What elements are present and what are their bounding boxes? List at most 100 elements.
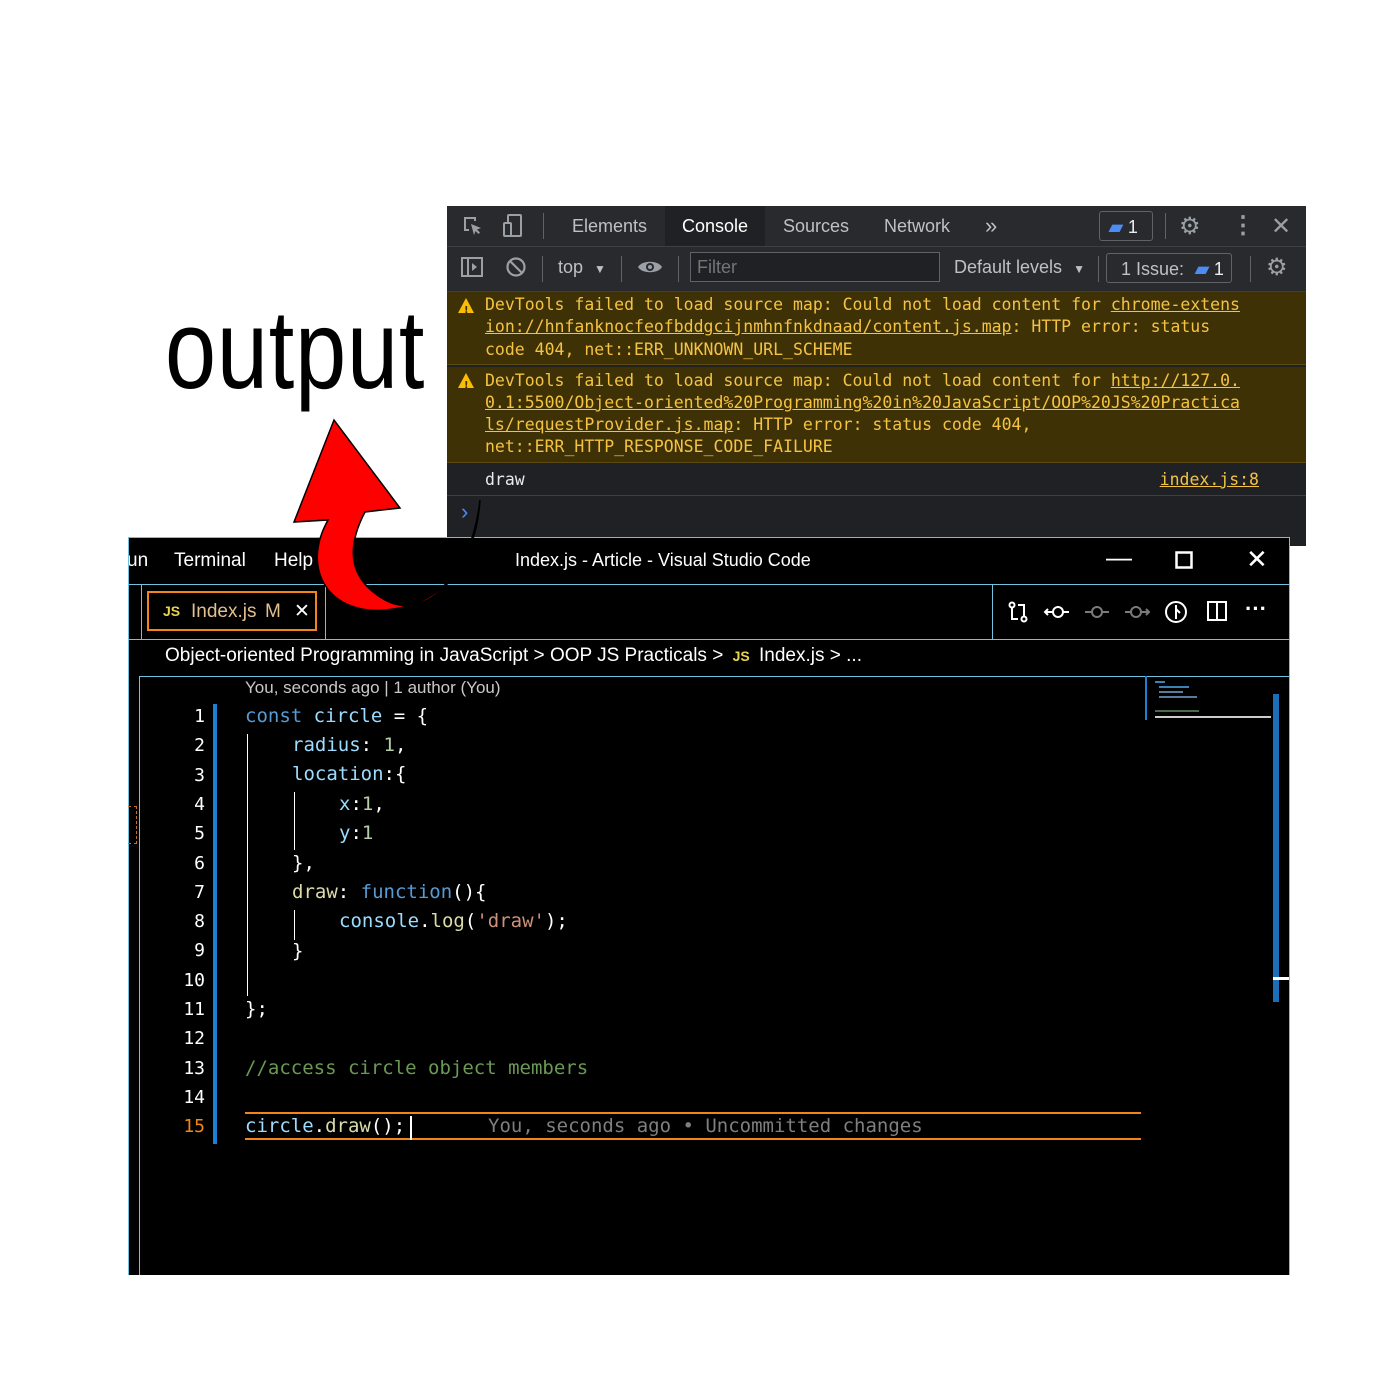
console-warning-message: DevTools failed to load source map: Coul… bbox=[447, 367, 1306, 463]
device-toolbar-icon[interactable] bbox=[501, 213, 525, 245]
code-line-15[interactable]: circle.draw(); bbox=[245, 1115, 405, 1137]
breadcrumb: Object-oriented Programming in JavaScrip… bbox=[165, 645, 862, 667]
more-actions-icon[interactable]: ··· bbox=[1245, 596, 1267, 622]
editor-tab-index-js[interactable]: JS Index.js M ✕ bbox=[147, 591, 317, 631]
show-sidebar-icon[interactable] bbox=[460, 256, 484, 284]
log-levels-select[interactable]: Default levels ▼ bbox=[954, 257, 1085, 278]
previous-revision-icon[interactable] bbox=[1043, 600, 1071, 630]
inspect-element-icon[interactable] bbox=[461, 214, 485, 244]
line-number: 2 bbox=[194, 735, 205, 757]
code-line-7[interactable]: draw: function(){ bbox=[292, 881, 487, 903]
source-map-link[interactable]: http://127.0. bbox=[1111, 371, 1240, 390]
menu-run[interactable]: un bbox=[129, 550, 148, 572]
code-line-6[interactable]: }, bbox=[292, 852, 315, 874]
breadcrumb-folder[interactable]: Object-oriented Programming in JavaScrip… bbox=[165, 645, 528, 666]
maximize-icon[interactable] bbox=[1175, 543, 1193, 576]
code-line-1[interactable]: const circle = { bbox=[245, 705, 428, 727]
line-number: 10 bbox=[183, 969, 205, 991]
breadcrumb-subfolder[interactable]: OOP JS Practicals bbox=[550, 645, 707, 666]
revision-icon[interactable] bbox=[1083, 600, 1111, 630]
line-number: 3 bbox=[194, 764, 205, 786]
devtools-panel: Elements Console Sources Network » ▰ 1 ⚙… bbox=[447, 206, 1306, 546]
title-bar: un Terminal Help Index.js - Article - Vi… bbox=[129, 538, 1289, 585]
git-lens-icon[interactable] bbox=[1164, 600, 1188, 630]
chevron-right-icon: > bbox=[533, 645, 545, 666]
line-number: 6 bbox=[194, 852, 205, 874]
scrollbar-position-marker bbox=[1273, 977, 1289, 980]
menu-help[interactable]: Help bbox=[274, 550, 313, 572]
git-change-indicator bbox=[213, 704, 217, 1144]
line-number: 15 bbox=[183, 1116, 205, 1138]
tab-console[interactable]: Console bbox=[665, 206, 766, 246]
console-prompt-icon[interactable]: › bbox=[461, 499, 468, 525]
line-number: 4 bbox=[194, 793, 205, 815]
code-line-5[interactable]: y:1 bbox=[339, 822, 373, 844]
editor-tab-bar: JS Index.js M ✕ ··· bbox=[129, 585, 1289, 640]
minimize-icon[interactable]: — bbox=[1106, 542, 1132, 573]
javascript-file-icon: JS bbox=[732, 648, 750, 664]
split-editor-icon[interactable] bbox=[1206, 600, 1228, 628]
line-number: 13 bbox=[183, 1057, 205, 1079]
menu-terminal[interactable]: Terminal bbox=[174, 550, 246, 572]
console-log-message: draw index.js:8 bbox=[447, 468, 1306, 496]
source-map-link[interactable]: ls/requestProvider.js.map bbox=[485, 415, 733, 434]
settings-gear-icon[interactable]: ⚙ bbox=[1179, 212, 1201, 241]
context-select[interactable]: top ▼ bbox=[558, 257, 606, 278]
breadcrumb-symbol[interactable]: ... bbox=[846, 645, 862, 666]
javascript-file-icon: JS bbox=[163, 603, 181, 619]
code-line-3[interactable]: location:{ bbox=[292, 763, 406, 785]
code-line-4[interactable]: x:1, bbox=[339, 793, 385, 815]
window-title: Index.js - Article - Visual Studio Code bbox=[515, 550, 811, 570]
tab-network[interactable]: Network bbox=[884, 206, 950, 246]
issues-badge[interactable]: ▰ 1 bbox=[1099, 211, 1153, 241]
log-source-link[interactable]: index.js:8 bbox=[1160, 469, 1259, 491]
line-number: 12 bbox=[183, 1028, 205, 1050]
vertical-scrollbar[interactable] bbox=[1273, 694, 1279, 1002]
close-tab-icon[interactable]: ✕ bbox=[294, 600, 310, 623]
log-text: draw bbox=[485, 470, 525, 489]
line-number: 7 bbox=[194, 881, 205, 903]
line-number: 5 bbox=[194, 823, 205, 845]
console-warning-message: DevTools failed to load source map: Coul… bbox=[447, 292, 1306, 365]
live-expression-eye-icon[interactable] bbox=[636, 255, 664, 285]
console-settings-gear-icon[interactable]: ⚙ bbox=[1266, 253, 1288, 282]
chevron-right-icon: > bbox=[712, 645, 724, 666]
codelens-blame[interactable]: You, seconds ago | 1 author (You) bbox=[245, 678, 501, 698]
tab-elements[interactable]: Elements bbox=[572, 206, 647, 246]
clear-console-icon[interactable] bbox=[505, 256, 527, 284]
code-line-9[interactable]: } bbox=[292, 940, 303, 962]
line-number: 11 bbox=[183, 999, 205, 1020]
tab-sources[interactable]: Sources bbox=[783, 206, 849, 246]
line-number: 1 bbox=[194, 706, 205, 727]
message-icon: ▰ bbox=[1109, 217, 1123, 237]
issues-counter-button[interactable]: 1 Issue: ▰ 1 bbox=[1106, 253, 1232, 283]
modified-indicator: M bbox=[265, 601, 281, 622]
devtools-tab-bar: Elements Console Sources Network » ▰ 1 ⚙… bbox=[447, 206, 1306, 247]
output-annotation-label: output bbox=[165, 287, 426, 412]
line-number: 8 bbox=[194, 911, 205, 933]
vscode-window: un Terminal Help Index.js - Article - Vi… bbox=[128, 537, 1290, 1275]
breadcrumb-file[interactable]: Index.js bbox=[759, 645, 824, 666]
code-line-2[interactable]: radius: 1, bbox=[292, 734, 406, 756]
message-icon: ▰ bbox=[1195, 259, 1209, 279]
code-line-8[interactable]: console.log('draw'); bbox=[339, 910, 568, 932]
code-line-11[interactable]: }; bbox=[245, 998, 268, 1020]
console-toolbar: top ▼ Default levels ▼ 1 Issue: ▰ 1 ⚙ bbox=[447, 247, 1306, 292]
warning-icon bbox=[458, 298, 474, 322]
close-devtools-icon[interactable]: ✕ bbox=[1271, 212, 1291, 241]
console-filter-input[interactable] bbox=[690, 252, 940, 282]
next-revision-icon[interactable] bbox=[1123, 600, 1151, 630]
inline-blame-annotation: You, seconds ago • Uncommitted changes bbox=[488, 1115, 923, 1137]
source-map-link[interactable]: chrome-extens bbox=[1111, 295, 1240, 314]
source-map-link[interactable]: 0.1:5500/Object-oriented%20Programming%2… bbox=[485, 393, 1240, 412]
source-map-link[interactable]: ion://hnfanknocfeofbddgcijnmhnfnkdnaad/c… bbox=[485, 317, 1012, 336]
more-options-icon[interactable]: ⋮ bbox=[1231, 211, 1255, 240]
minimap[interactable] bbox=[1145, 676, 1273, 720]
line-number: 14 bbox=[183, 1086, 205, 1108]
code-line-13[interactable]: //access circle object members bbox=[245, 1057, 588, 1079]
open-changes-icon[interactable] bbox=[1006, 600, 1030, 630]
close-window-icon[interactable]: ✕ bbox=[1246, 544, 1268, 575]
more-tabs-icon[interactable]: » bbox=[985, 206, 997, 246]
warning-icon bbox=[458, 373, 474, 397]
editor-edge-marker bbox=[128, 806, 137, 844]
